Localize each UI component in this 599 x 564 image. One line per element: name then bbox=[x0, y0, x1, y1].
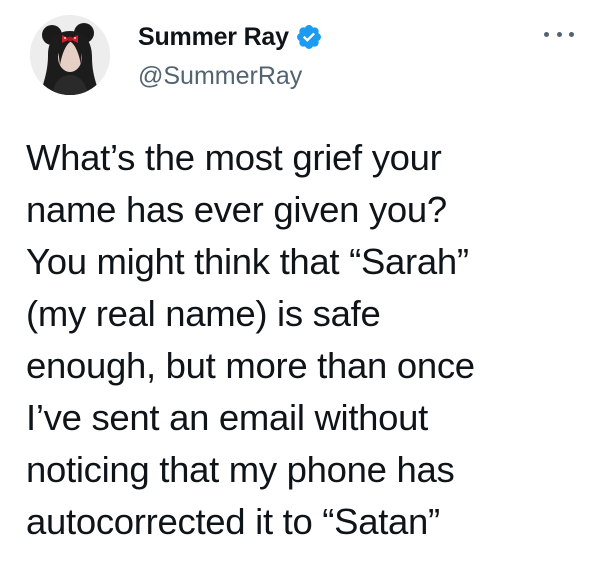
more-dot bbox=[556, 31, 562, 37]
more-horizontal-icon[interactable] bbox=[544, 24, 574, 44]
tweet-text-line: You might think that “Sarah” bbox=[26, 241, 469, 282]
avatar-image bbox=[30, 15, 110, 95]
avatar[interactable] bbox=[30, 15, 110, 95]
more-dot bbox=[544, 31, 549, 37]
author-name-row: Summer Ray bbox=[138, 20, 323, 54]
tweet-text-line: (my real name) is safe bbox=[26, 293, 381, 334]
tweet-card: Summer Ray @SummerRay What’s the most gr… bbox=[0, 0, 599, 564]
tweet-text-line: name has ever given you? bbox=[26, 189, 447, 230]
tweet-text-line: enough, but more than once bbox=[26, 345, 475, 386]
tweet-text: What’s the most grief your name has ever… bbox=[26, 132, 592, 548]
tweet-text-line: I’ve sent an email without bbox=[26, 397, 429, 438]
author-handle[interactable]: @SummerRay bbox=[138, 62, 302, 91]
tweet-text-line: noticing that my phone has bbox=[26, 449, 455, 490]
more-dot bbox=[569, 31, 574, 37]
tweet-text-line: What’s the most grief your bbox=[26, 137, 442, 178]
tweet-text-line: autocorrected it to “Satan” bbox=[26, 501, 440, 542]
author-display-name[interactable]: Summer Ray bbox=[138, 23, 289, 52]
verified-badge-icon bbox=[295, 23, 323, 51]
